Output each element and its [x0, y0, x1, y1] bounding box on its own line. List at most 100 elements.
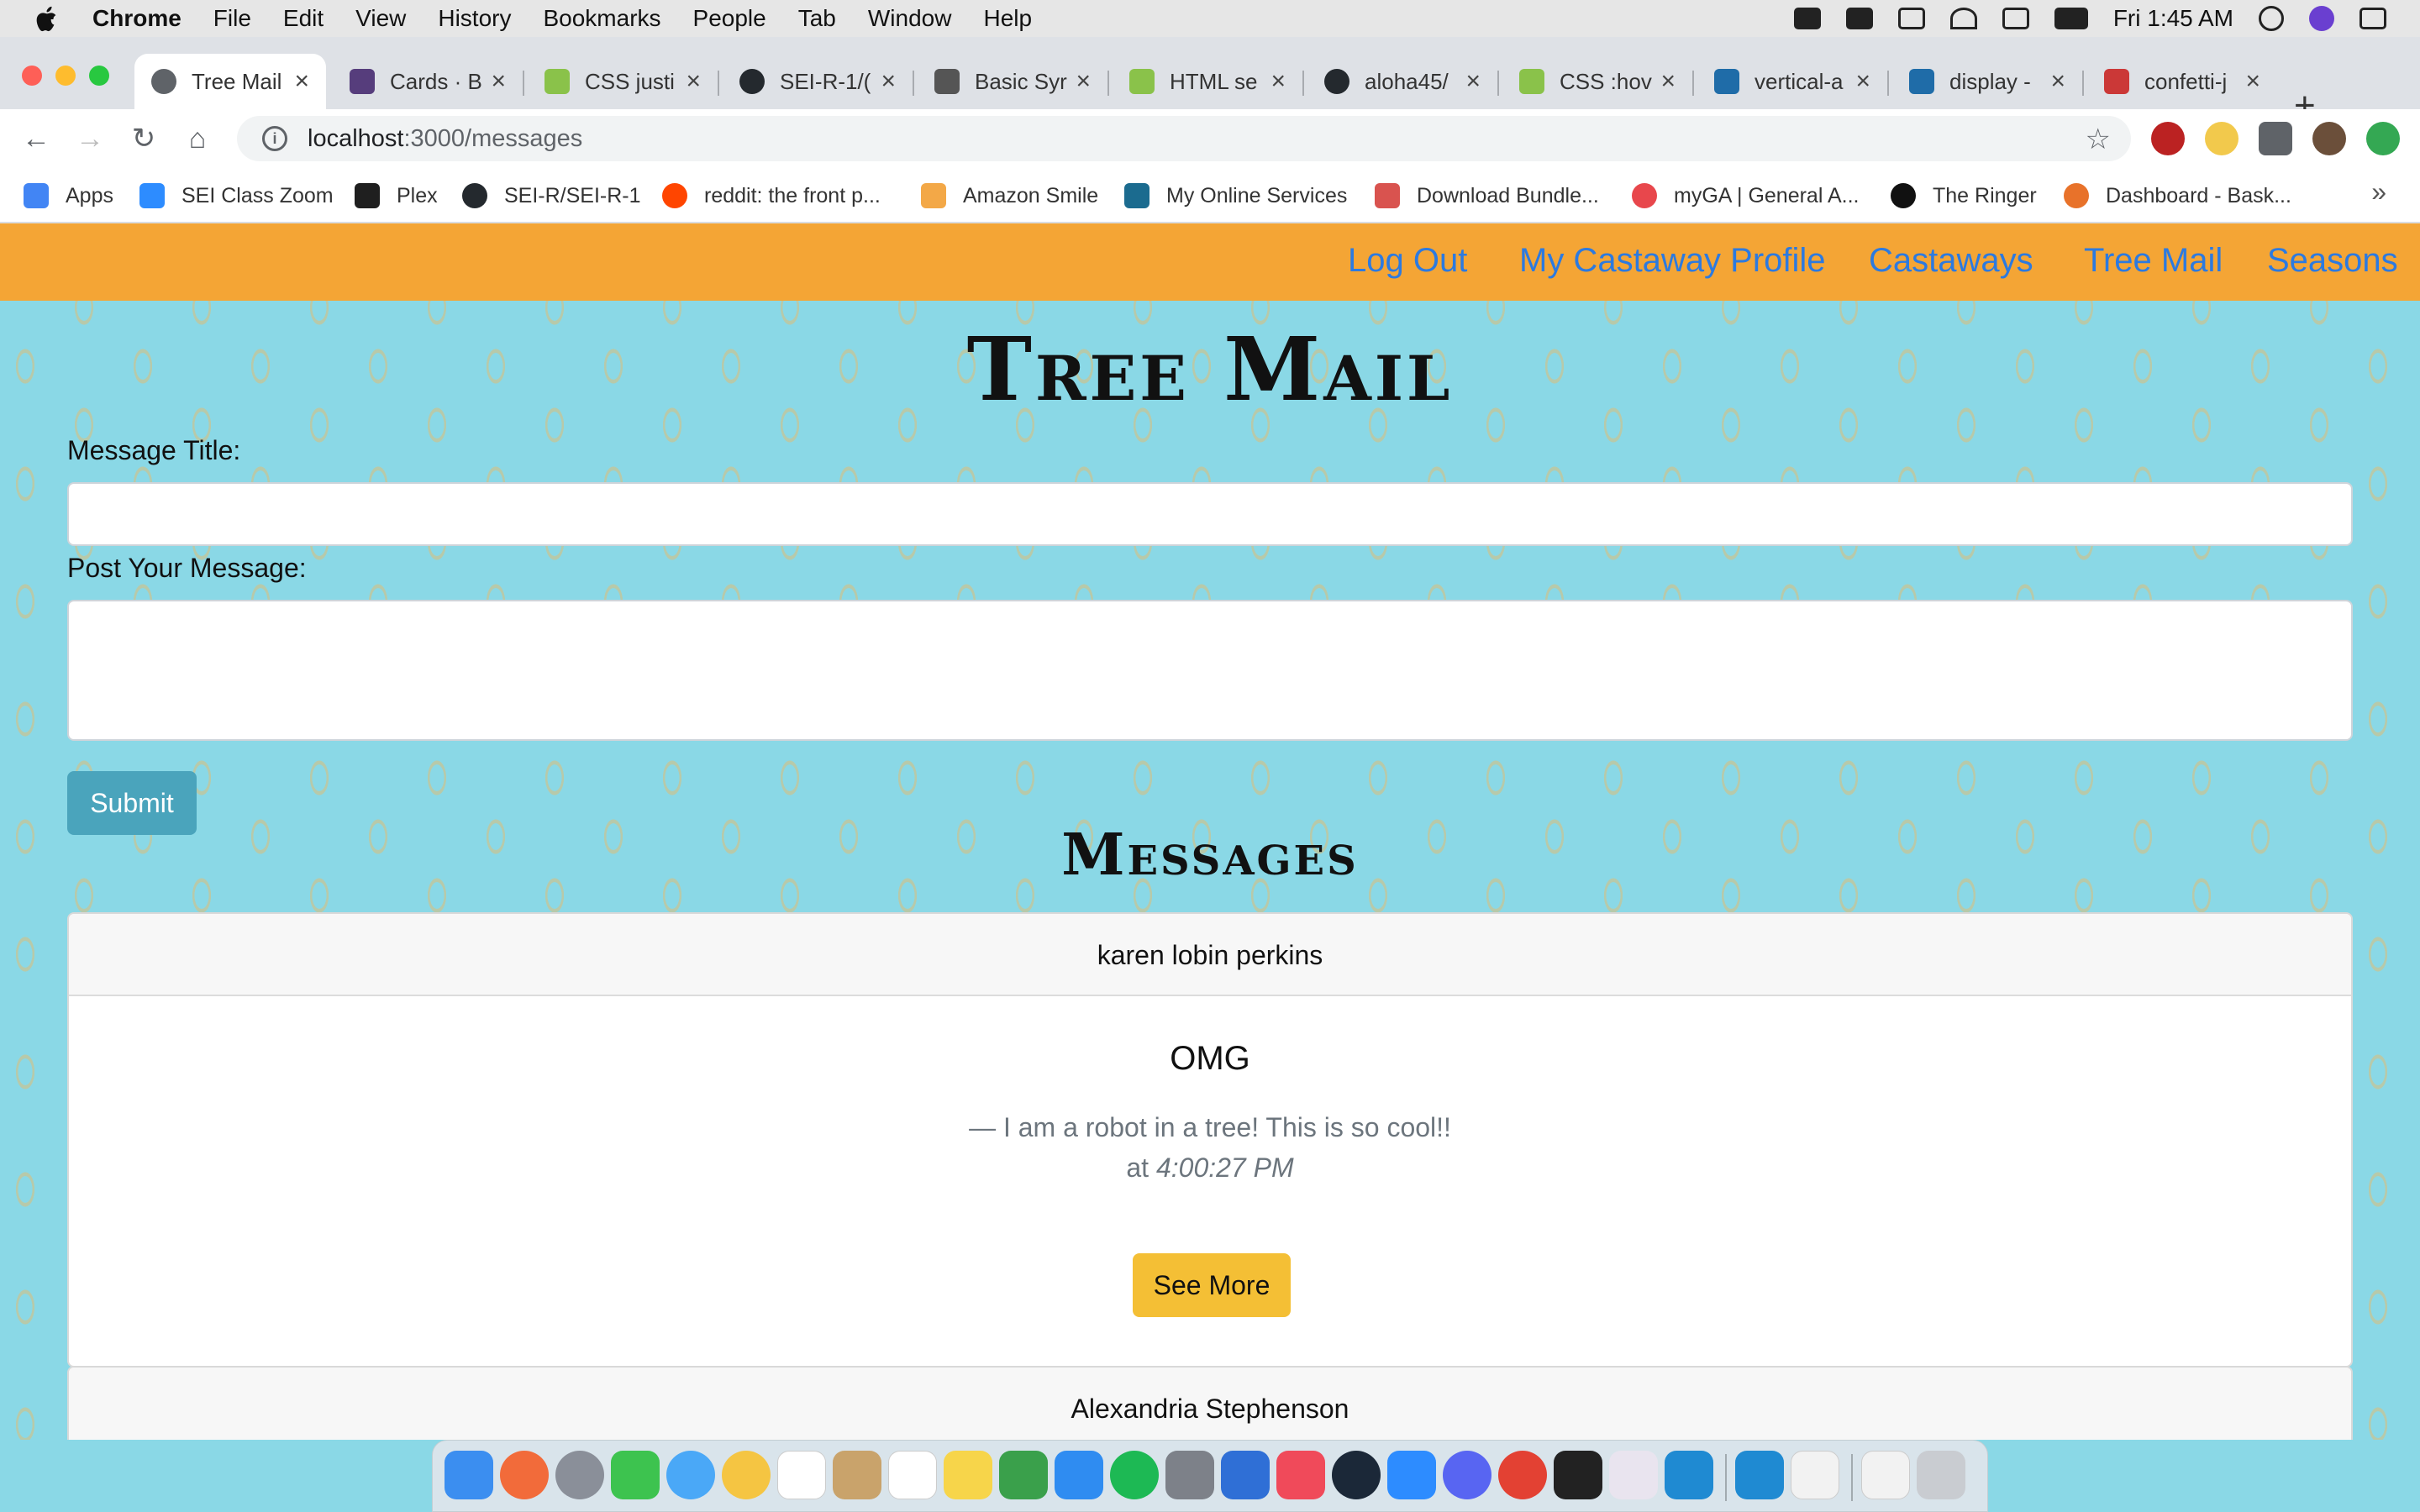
nav-my-castaway-profile[interactable]: My Castaway Profile [1519, 242, 1826, 280]
tab-cards[interactable]: Cards · B × [333, 54, 523, 109]
menu-tab[interactable]: Tab [798, 5, 836, 32]
calendar-icon[interactable] [777, 1451, 826, 1499]
more-bookmarks-icon[interactable]: » [2371, 176, 2386, 207]
close-tab-icon[interactable]: × [1465, 67, 1481, 96]
site-info-icon[interactable]: i [262, 126, 287, 151]
discord-icon[interactable] [1443, 1451, 1491, 1499]
close-tab-icon[interactable]: × [2245, 67, 2260, 96]
tab-css-justify[interactable]: CSS justi × [528, 54, 718, 109]
photos-icon[interactable] [722, 1451, 771, 1499]
bookmark-sei-r[interactable]: SEI-R/SEI-R-1 [462, 180, 641, 212]
notes-icon[interactable] [944, 1451, 992, 1499]
forward-icon[interactable]: → [69, 118, 111, 160]
reload-icon[interactable]: ↻ [123, 118, 165, 160]
bookmark-plex[interactable]: Plex [355, 180, 438, 212]
zoom-icon[interactable] [1387, 1451, 1436, 1499]
messages-icon[interactable] [666, 1451, 715, 1499]
search-icon[interactable] [2259, 6, 2284, 31]
close-tab-icon[interactable]: × [1270, 67, 1286, 96]
launchpad-icon[interactable] [555, 1451, 604, 1499]
bookmark-the-ringer[interactable]: The Ringer [1891, 180, 2037, 212]
airplay-icon[interactable] [1897, 8, 1925, 29]
menu-view[interactable]: View [355, 5, 406, 32]
trash-icon[interactable] [1917, 1451, 1965, 1499]
menu-app-name[interactable]: Chrome [92, 5, 182, 32]
news-icon[interactable] [1276, 1451, 1325, 1499]
menu-help[interactable]: Help [983, 5, 1032, 32]
apple-icon[interactable] [34, 4, 59, 33]
tab-aloha45[interactable]: aloha45/ × [1307, 54, 1497, 109]
facetime-icon[interactable] [611, 1451, 660, 1499]
bookmark-reddit[interactable]: reddit: the front p... [662, 180, 881, 212]
bookmark-amazon-smile[interactable]: Amazon Smile [921, 180, 1098, 212]
vscode-icon[interactable] [1665, 1451, 1713, 1499]
siri-icon[interactable] [2309, 6, 2334, 31]
profile-avatar[interactable] [2312, 122, 2346, 155]
finder-icon[interactable] [445, 1451, 493, 1499]
home-icon[interactable]: ⌂ [176, 118, 218, 160]
reminders-icon[interactable] [888, 1451, 937, 1499]
app-store-icon[interactable] [1055, 1451, 1103, 1499]
tab-confetti[interactable]: confetti-j × [2087, 54, 2277, 109]
keyboard-icon[interactable] [2002, 8, 2029, 29]
bookmark-download-bundle[interactable]: Download Bundle... [1375, 180, 1599, 212]
fullscreen-window-icon[interactable] [89, 66, 109, 86]
screen-record-icon[interactable] [1793, 8, 1821, 29]
close-tab-icon[interactable]: × [881, 67, 896, 96]
bookmark-apps[interactable]: Apps [24, 180, 113, 212]
nav-castaways[interactable]: Castaways [1869, 242, 2033, 280]
minimize-window-icon[interactable] [55, 66, 76, 86]
close-tab-icon[interactable]: × [1076, 67, 1091, 96]
message-body-textarea[interactable] [67, 600, 2353, 741]
vscode-window-icon[interactable] [1735, 1451, 1784, 1499]
close-window-icon[interactable] [22, 66, 42, 86]
close-tab-icon[interactable]: × [686, 67, 701, 96]
nav-log-out[interactable]: Log Out [1348, 242, 1467, 280]
system-preferences-icon[interactable] [1165, 1451, 1214, 1499]
slack-icon[interactable] [1609, 1451, 1658, 1499]
menu-bookmarks[interactable]: Bookmarks [543, 5, 660, 32]
menu-people[interactable]: People [693, 5, 766, 32]
menu-edit[interactable]: Edit [283, 5, 324, 32]
tab-basic-syntax[interactable]: Basic Syr × [918, 54, 1107, 109]
textedit-icon[interactable] [1791, 1451, 1839, 1499]
nav-seasons[interactable]: Seasons [2267, 242, 2398, 280]
chrome-icon[interactable] [1498, 1451, 1547, 1499]
bookmark-star-icon[interactable]: ☆ [2086, 123, 2111, 156]
tab-vertical-align[interactable]: vertical-a × [1697, 54, 1887, 109]
tab-sei-r[interactable]: SEI-R-1/( × [723, 54, 913, 109]
close-tab-icon[interactable]: × [1855, 67, 1870, 96]
contacts-icon[interactable] [833, 1451, 881, 1499]
clock[interactable]: Fri 1:45 AM [2113, 5, 2233, 32]
message-title-input[interactable] [67, 482, 2353, 546]
extension-b-icon[interactable] [2151, 122, 2185, 155]
menu-file[interactable]: File [213, 5, 251, 32]
steam-icon[interactable] [1332, 1451, 1381, 1499]
menu-window[interactable]: Window [868, 5, 952, 32]
bookmark-myga[interactable]: myGA | General A... [1632, 180, 1859, 212]
extensions-puzzle-icon[interactable] [2259, 122, 2292, 155]
bookmark-dashboard[interactable]: Dashboard - Bask... [2064, 180, 2291, 212]
tab-tree-mail[interactable]: Tree Mail × [134, 54, 326, 109]
books-icon[interactable] [1221, 1451, 1270, 1499]
numbers-icon[interactable] [999, 1451, 1048, 1499]
tab-css-hover[interactable]: CSS :hov × [1502, 54, 1692, 109]
tab-display[interactable]: display - × [1892, 54, 2082, 109]
close-tab-icon[interactable]: × [2050, 67, 2065, 96]
close-tab-icon[interactable]: × [1660, 67, 1676, 96]
menu-history[interactable]: History [438, 5, 511, 32]
back-icon[interactable]: ← [15, 118, 57, 160]
battery-icon[interactable] [2054, 8, 2088, 29]
nav-tree-mail[interactable]: Tree Mail [2084, 242, 2223, 280]
safari-icon[interactable] [500, 1451, 549, 1499]
spotify-icon[interactable] [1110, 1451, 1159, 1499]
update-icon[interactable] [2366, 122, 2400, 155]
see-more-button[interactable]: See More [1133, 1253, 1291, 1317]
document-icon[interactable] [1861, 1451, 1910, 1499]
bookmark-sei-class-zoom[interactable]: SEI Class Zoom [139, 180, 334, 212]
close-tab-icon[interactable]: × [294, 67, 309, 96]
close-tab-icon[interactable]: × [491, 67, 506, 96]
notification-center-icon[interactable] [2360, 8, 2386, 29]
address-bar[interactable]: i localhost:3000/messages ☆ [237, 116, 2131, 161]
wifi-icon[interactable] [1949, 8, 1977, 29]
